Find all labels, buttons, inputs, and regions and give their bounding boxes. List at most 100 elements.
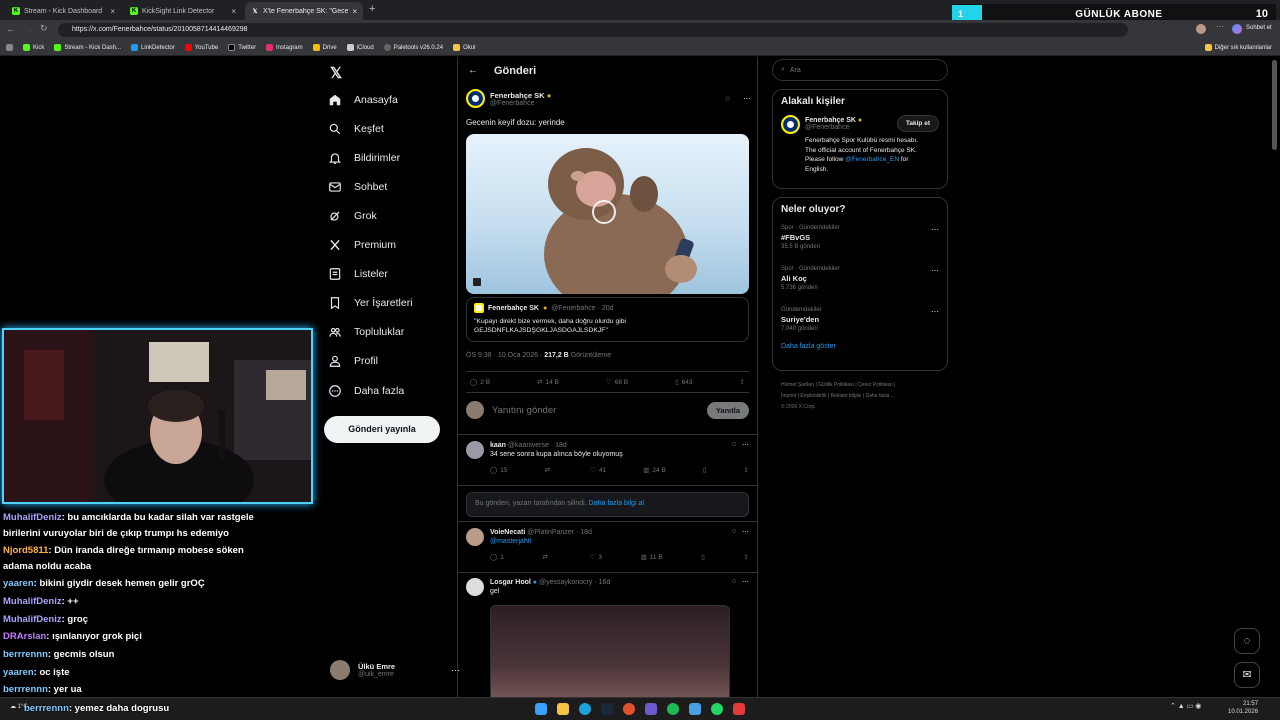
footer-link[interactable]: Daha fazla ...: [865, 393, 894, 399]
spotify-icon[interactable]: [667, 703, 679, 715]
more-icon[interactable]: ⋯: [931, 266, 939, 275]
repost-button[interactable]: ⇄: [545, 466, 553, 474]
forward-arrow-icon[interactable]: →: [24, 24, 33, 34]
share-icon[interactable]: ⇪: [743, 553, 748, 561]
bookmark-button[interactable]: ▯ 643: [675, 378, 692, 387]
more-icon[interactable]: ⋯: [931, 225, 939, 234]
tab-kicksight[interactable]: K KickSight Link Detector ×: [124, 2, 242, 20]
trend-item[interactable]: Spor · Gündemdekiler #FBvGS 35,5 B gönde…: [781, 225, 939, 266]
bookmark-twitter[interactable]: Twitter: [228, 44, 256, 51]
sidebar-item-more[interactable]: Daha fazla: [328, 384, 404, 398]
post-handle[interactable]: @Fenerbahce: [490, 100, 551, 107]
tab-kick-dashboard[interactable]: K Stream - Kick Dashboard ×: [6, 2, 121, 20]
like-button[interactable]: ♡ 68 B: [606, 378, 628, 387]
footer-link[interactable]: Reklam bilgisi: [831, 393, 862, 399]
app-icon[interactable]: [689, 703, 701, 715]
chat-label[interactable]: Sohbet et: [1246, 25, 1272, 31]
reply-button[interactable]: ◯ 15: [490, 466, 508, 475]
sidebar-item-chat[interactable]: Sohbet: [328, 180, 387, 194]
more-icon[interactable]: ⋯: [1216, 22, 1224, 31]
copilot-icon[interactable]: [1232, 24, 1242, 34]
footer-link[interactable]: Gizlilik Politikası: [818, 382, 854, 388]
fenerbahce-logo-icon[interactable]: [466, 89, 485, 108]
back-arrow-icon[interactable]: ←: [6, 24, 15, 34]
views-button[interactable]: ▥ 11 B: [641, 553, 663, 562]
post-author[interactable]: Fenerbahçe SK ●: [490, 91, 551, 100]
steam-icon[interactable]: [601, 703, 613, 715]
footer-link[interactable]: Erişilebilirlik: [800, 393, 826, 399]
bookmark-linkdetector[interactable]: LinkDetector: [131, 44, 175, 51]
sidebar-item-profile[interactable]: Profil: [328, 354, 378, 368]
account-switcher[interactable]: Ülkü Emre @ulk_emre ⋯: [330, 660, 460, 680]
reply-image[interactable]: [490, 605, 730, 697]
reply-button[interactable]: ◯ 2 B: [470, 378, 490, 387]
app-icon[interactable]: [733, 703, 745, 715]
share-icon[interactable]: ⇪: [744, 466, 749, 474]
english-account-link[interactable]: @Fenerbahce_EN: [845, 156, 899, 163]
tab-x-post[interactable]: 𝕏 X'te Fenerbahçe SK: "Gecenin key" ×: [245, 2, 363, 20]
sidebar-item-explore[interactable]: Keşfet: [328, 122, 384, 136]
related-name[interactable]: Fenerbahçe SK ●: [805, 117, 862, 124]
url-field[interactable]: https://x.com/Fenerbahce/status/20100587…: [58, 23, 1128, 37]
windows-start-icon[interactable]: [535, 703, 547, 715]
footer-link[interactable]: Hizmet Şartları: [781, 382, 814, 388]
whatsapp-icon[interactable]: [711, 703, 723, 715]
more-icon[interactable]: ⋯: [743, 94, 751, 103]
reply-input[interactable]: Yanıtını gönder: [492, 405, 556, 416]
sidebar-item-bookmarks[interactable]: Yer İşaretleri: [328, 296, 413, 310]
bookmark-icon[interactable]: ▯: [701, 553, 705, 561]
bookmark-youtube[interactable]: YouTube: [184, 44, 218, 51]
file-explorer-icon[interactable]: [557, 703, 569, 715]
bookmarks-icon[interactable]: [6, 44, 13, 51]
bookmark-stream[interactable]: Stream - Kick Dash...: [54, 44, 121, 51]
bookmark-drive[interactable]: Drive: [312, 44, 337, 51]
more-icon[interactable]: ⋯: [742, 578, 749, 586]
like-button[interactable]: ♡ 41: [590, 466, 606, 475]
discord-icon[interactable]: [645, 703, 657, 715]
grok-icon[interactable]: ◌: [732, 578, 736, 585]
bookmark-okul[interactable]: Okul: [453, 44, 475, 51]
close-icon[interactable]: ×: [352, 7, 357, 16]
firefox-icon[interactable]: [623, 703, 635, 715]
sidebar-item-home[interactable]: Anasayfa: [328, 93, 398, 107]
bookmark-paletools[interactable]: Paletools v26.0.24: [383, 44, 443, 51]
reply-post[interactable]: Losgar Hool ● @yessaykonocry · 16d gel ◌…: [466, 578, 749, 596]
more-icon[interactable]: ⋯: [931, 307, 939, 316]
bookmark-instagram[interactable]: Instagram: [265, 44, 303, 51]
back-arrow-icon[interactable]: ←: [468, 65, 478, 76]
pause-icon[interactable]: [473, 278, 481, 286]
footer-link[interactable]: İmprint: [781, 393, 796, 399]
profile-avatar[interactable]: [1196, 24, 1206, 34]
trend-item[interactable]: Gündemdekiler Suriye'den 7.040 gönderi ⋯: [781, 307, 939, 343]
trend-item[interactable]: Spor · Gündemdekiler Ali Koç 5.736 gönde…: [781, 266, 939, 307]
new-tab-button[interactable]: +: [369, 3, 375, 15]
grok-icon[interactable]: ◌: [732, 528, 736, 535]
share-icon[interactable]: ⇪: [740, 378, 745, 386]
post-button[interactable]: Gönderi yayınla: [324, 416, 440, 443]
like-button[interactable]: ♡ 3: [590, 553, 602, 562]
repost-button[interactable]: ⇄: [543, 553, 551, 561]
search-input[interactable]: ⌕ Ara: [772, 59, 948, 81]
follow-button[interactable]: Takip et: [896, 115, 939, 132]
bookmark-icloud[interactable]: iCloud: [346, 44, 374, 51]
close-icon[interactable]: ×: [110, 7, 115, 16]
x-logo-icon[interactable]: 𝕏: [330, 64, 342, 82]
reload-icon[interactable]: ↻: [40, 23, 48, 34]
bookmark-kick[interactable]: Kick: [23, 44, 44, 51]
tray-icons[interactable]: ⌃ ▲ ▭ ◉: [1170, 702, 1201, 710]
messages-float-icon[interactable]: ✉: [1234, 662, 1260, 688]
close-icon[interactable]: ×: [231, 7, 236, 16]
reply-post[interactable]: kaan @kaaniverse · 18d 34 sene sonra kup…: [466, 441, 749, 474]
bookmark-icon[interactable]: ▯: [703, 466, 707, 474]
views-button[interactable]: ▥ 24 B: [643, 466, 666, 475]
repost-button[interactable]: ⇄ 14 B: [537, 378, 559, 387]
fenerbahce-logo-icon[interactable]: [781, 115, 800, 134]
reply-mention-link[interactable]: @masterjahti: [490, 538, 726, 545]
sidebar-item-premium[interactable]: Premium: [328, 238, 396, 252]
reply-post[interactable]: VoieNecati @PlatinPanzer · 18d @masterja…: [466, 528, 749, 561]
show-more-link[interactable]: Daha fazla göster: [781, 343, 939, 350]
more-icon[interactable]: ⋯: [742, 528, 749, 536]
sidebar-item-lists[interactable]: Listeler: [328, 267, 388, 281]
reply-button[interactable]: ◯ 1: [490, 553, 504, 562]
scrollbar[interactable]: [1272, 60, 1277, 150]
